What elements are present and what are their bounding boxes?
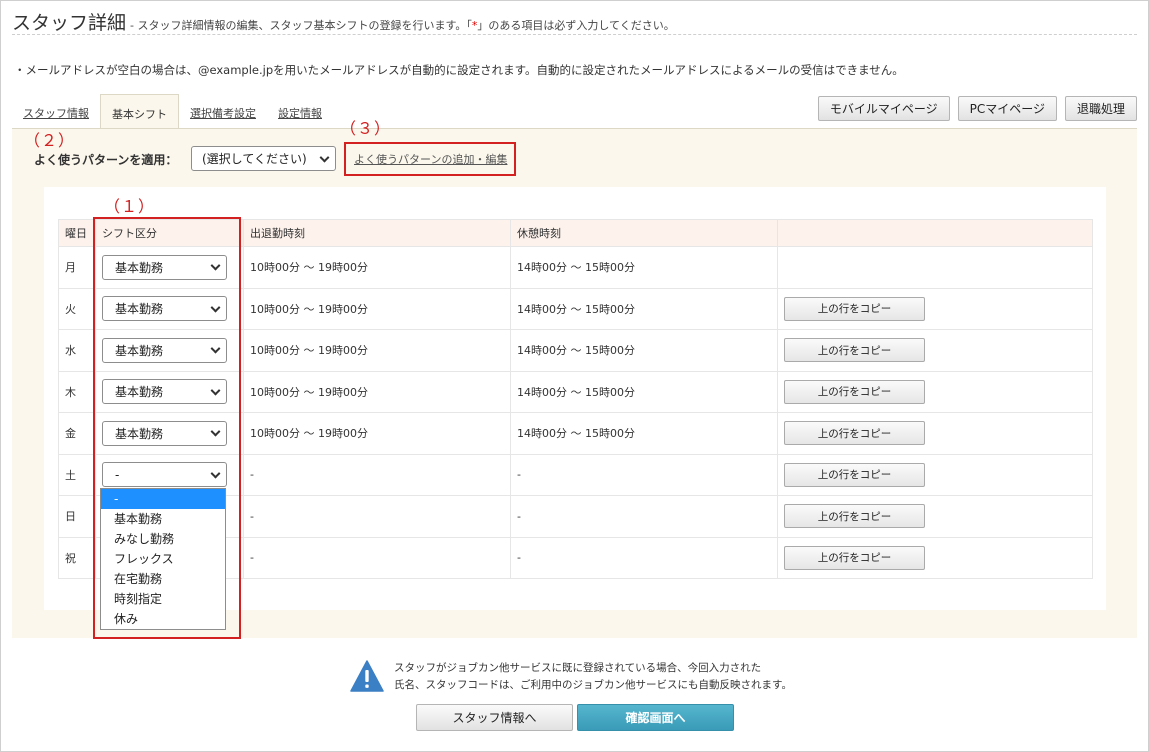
break-time-cell: -: [510, 453, 778, 496]
tab-staff-info[interactable]: スタッフ情報: [12, 105, 100, 129]
highlight-box-1: [93, 217, 241, 639]
pc-mypage-button[interactable]: PCマイページ: [957, 96, 1057, 121]
action-cell: 上の行をコピー: [777, 495, 1093, 538]
annotation-2: （２）: [24, 131, 76, 150]
footer-button-group: スタッフ情報へ 確認画面へ: [416, 704, 734, 731]
copy-row-button[interactable]: 上の行をコピー: [784, 504, 925, 529]
day-cell: 火: [58, 287, 96, 330]
pattern-select[interactable]: (選択してください): [191, 146, 336, 171]
email-notice: ・メールアドレスが空白の場合は、@example.jpを用いたメールアドレスが自…: [14, 63, 904, 77]
tab-basic-shift[interactable]: 基本シフト: [100, 94, 179, 129]
tab-selection-notes[interactable]: 選択備考設定: [179, 105, 267, 129]
header-action: [777, 219, 1093, 247]
work-time-cell: 10時00分 〜 19時00分: [243, 287, 511, 330]
break-time-cell: 14時00分 〜 15時00分: [510, 370, 778, 413]
action-cell: 上の行をコピー: [777, 370, 1093, 413]
pattern-edit-link[interactable]: よく使うパターンの追加・編集: [354, 151, 507, 167]
day-cell: 土: [58, 453, 96, 496]
annotation-1: （１）: [104, 197, 156, 216]
chevron-down-icon: [319, 152, 330, 163]
copy-row-button[interactable]: 上の行をコピー: [784, 545, 925, 570]
day-cell: 木: [58, 370, 96, 413]
copy-row-button[interactable]: 上の行をコピー: [784, 296, 925, 321]
warning-message: スタッフがジョブカン他サービスに既に登録されている場合、今回入力された 氏名、ス…: [394, 662, 792, 691]
top-button-group: モバイルマイページ PCマイページ 退職処理: [817, 96, 1137, 121]
copy-row-button[interactable]: 上の行をコピー: [784, 338, 925, 363]
work-time-cell: -: [243, 495, 511, 538]
confirm-button[interactable]: 確認画面へ: [577, 704, 734, 731]
day-cell: 日: [58, 495, 96, 538]
action-cell: [777, 246, 1093, 289]
copy-row-button[interactable]: 上の行をコピー: [784, 462, 925, 487]
header-work-time: 出退勤時刻: [243, 219, 511, 247]
work-time-cell: 10時00分 〜 19時00分: [243, 412, 511, 455]
action-cell: 上の行をコピー: [777, 412, 1093, 455]
back-to-staff-info-button[interactable]: スタッフ情報へ: [416, 704, 573, 731]
warning-icon: [350, 660, 384, 692]
copy-row-button[interactable]: 上の行をコピー: [784, 379, 925, 404]
title-divider: [12, 34, 1137, 35]
pattern-select-value: (選択してください): [202, 152, 307, 166]
break-time-cell: -: [510, 536, 778, 579]
day-cell: 月: [58, 246, 96, 289]
page-title: スタッフ詳細: [12, 12, 127, 34]
break-time-cell: -: [510, 495, 778, 538]
action-cell: 上の行をコピー: [777, 536, 1093, 579]
tab-bar: スタッフ情報 基本シフト 選択備考設定 設定情報: [12, 94, 333, 129]
page-subtitle: - スタッフ詳細情報の編集、スタッフ基本シフトの登録を行います。「*」のある項目…: [130, 19, 675, 32]
header-day: 曜日: [58, 219, 96, 247]
break-time-cell: 14時00分 〜 15時00分: [510, 287, 778, 330]
day-cell: 金: [58, 412, 96, 455]
work-time-cell: 10時00分 〜 19時00分: [243, 246, 511, 289]
annotation-3: （３）: [340, 119, 392, 138]
mobile-mypage-button[interactable]: モバイルマイページ: [817, 96, 950, 121]
action-cell: 上の行をコピー: [777, 287, 1093, 330]
break-time-cell: 14時00分 〜 15時00分: [510, 329, 778, 372]
tab-settings[interactable]: 設定情報: [267, 105, 333, 129]
action-cell: 上の行をコピー: [777, 329, 1093, 372]
work-time-cell: -: [243, 536, 511, 579]
copy-row-button[interactable]: 上の行をコピー: [784, 421, 925, 446]
break-time-cell: 14時00分 〜 15時00分: [510, 412, 778, 455]
work-time-cell: -: [243, 453, 511, 496]
break-time-cell: 14時00分 〜 15時00分: [510, 246, 778, 289]
day-cell: 水: [58, 329, 96, 372]
work-time-cell: 10時00分 〜 19時00分: [243, 329, 511, 372]
page-header: スタッフ詳細 - スタッフ詳細情報の編集、スタッフ基本シフトの登録を行います。「…: [12, 8, 675, 35]
day-cell: 祝: [58, 536, 96, 579]
retire-button[interactable]: 退職処理: [1064, 96, 1137, 121]
pattern-label: よく使うパターンを適用：: [34, 153, 178, 167]
action-cell: 上の行をコピー: [777, 453, 1093, 496]
work-time-cell: 10時00分 〜 19時00分: [243, 370, 511, 413]
header-break-time: 休憩時刻: [510, 219, 778, 247]
